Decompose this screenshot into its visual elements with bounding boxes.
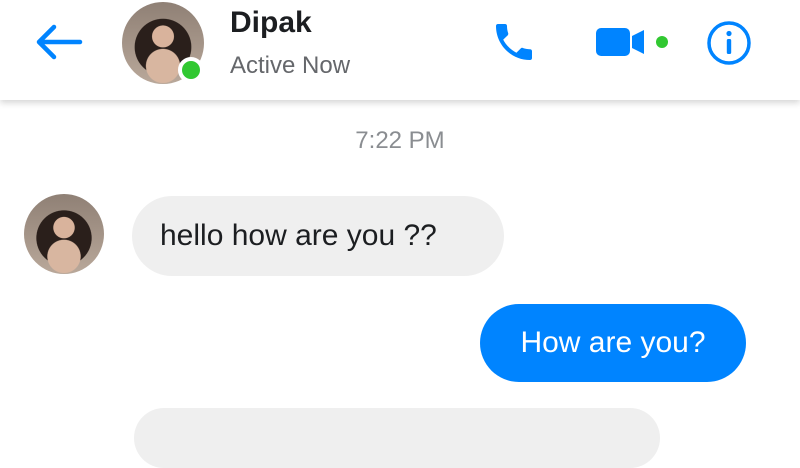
sender-avatar [24, 194, 104, 274]
online-status-dot [178, 57, 204, 83]
contact-status: Active Now [230, 52, 351, 79]
info-icon [707, 21, 751, 65]
back-arrow-icon [36, 24, 83, 60]
conversation-header: Dipak Active Now [0, 0, 800, 100]
message-timestamp: 7:22 PM [355, 127, 445, 154]
voice-call-button[interactable] [488, 18, 540, 66]
outgoing-message-bubble[interactable]: How are you? [480, 304, 746, 382]
info-button[interactable] [706, 20, 752, 66]
back-button[interactable] [30, 22, 86, 62]
incoming-message-bubble-partial[interactable] [134, 408, 660, 468]
video-camera-icon [596, 28, 668, 56]
incoming-message-bubble[interactable]: hello how are you ?? [132, 196, 504, 276]
video-call-button[interactable] [594, 26, 678, 58]
phone-icon [496, 24, 532, 60]
contact-name[interactable]: Dipak [230, 6, 312, 40]
